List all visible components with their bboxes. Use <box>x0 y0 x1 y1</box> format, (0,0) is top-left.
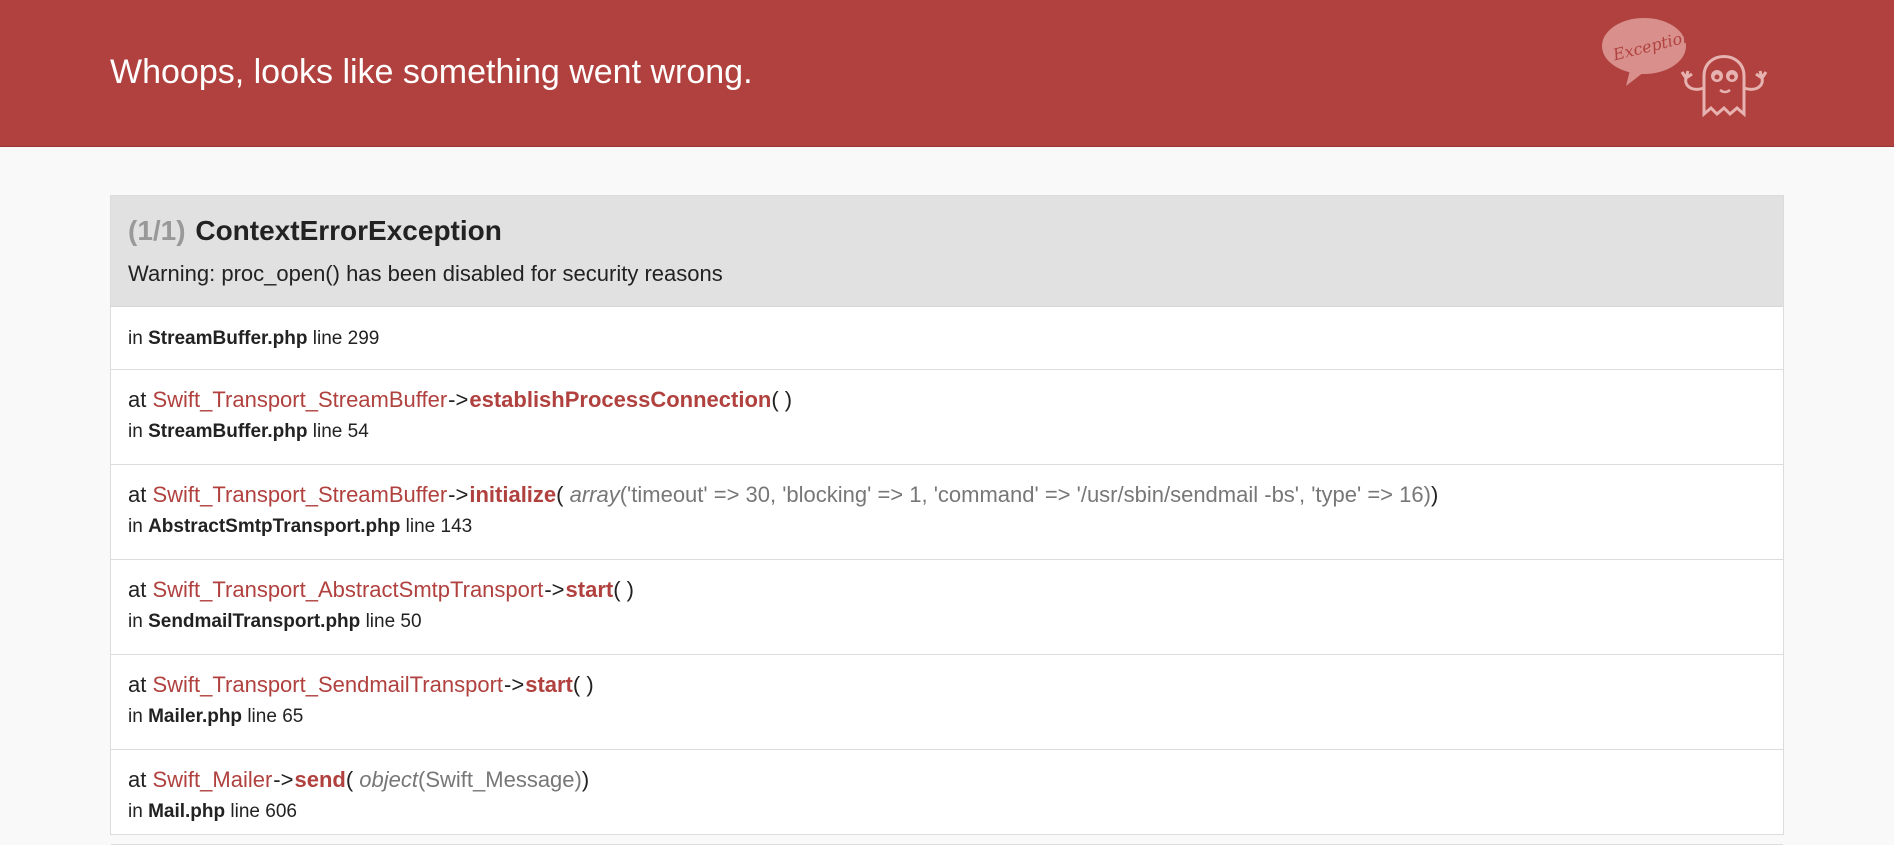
in-label: in <box>128 516 143 537</box>
arrow: -> <box>448 387 469 412</box>
error-header: Whoops, looks like something went wrong.… <box>0 0 1894 147</box>
in-label: in <box>128 611 143 632</box>
in-label: in <box>128 421 143 442</box>
arrow: -> <box>504 672 525 697</box>
class-name: Swift_Transport_SendmailTransport <box>152 672 504 697</box>
line-number: 50 <box>400 611 422 632</box>
close-paren: ) <box>1430 482 1439 507</box>
line-label: line <box>365 611 396 632</box>
open-paren: ( <box>345 767 354 792</box>
in-label: in <box>128 706 143 727</box>
method-name: start <box>525 672 573 697</box>
close-paren: ) <box>784 387 793 412</box>
arrow: -> <box>544 577 565 602</box>
line-number: 143 <box>440 516 473 537</box>
open-paren: ( <box>572 672 581 697</box>
trace-item: at Swift_Transport_AbstractSmtpTransport… <box>111 560 1783 655</box>
line-label: line <box>230 801 260 822</box>
arrow: -> <box>448 482 469 507</box>
trace-location: in Mailer.php line 65 <box>128 705 1766 729</box>
page-title: Whoops, looks like something went wrong. <box>110 53 753 91</box>
line-number: 54 <box>347 421 369 442</box>
argument-values: ('timeout' => 30, 'blocking' => 1, 'comm… <box>619 482 1431 507</box>
call-arguments: array('timeout' => 30, 'blocking' => 1, … <box>570 482 1431 507</box>
close-paren: ) <box>586 672 594 697</box>
line-number: 606 <box>265 801 297 822</box>
trace-call: at Swift_Mailer->send( object(Swift_Mess… <box>128 766 1766 794</box>
trace-item: in StreamBuffer.php line 299 <box>111 307 1783 370</box>
arrow: -> <box>273 767 294 792</box>
exception-count: (1/1) <box>128 215 186 246</box>
line-label: line <box>247 706 277 727</box>
line-number: 65 <box>282 706 304 727</box>
trace-item: at Swift_Transport_StreamBuffer->establi… <box>111 370 1783 465</box>
at-label: at <box>128 577 147 602</box>
call-arguments: object(Swift_Message) <box>359 767 582 792</box>
trace-location: in AbstractSmtpTransport.php line 143 <box>128 515 1766 539</box>
argument-values: (Swift_Message) <box>418 767 582 792</box>
at-label: at <box>128 672 147 697</box>
exception-title: (1/1) ContextErrorException <box>128 214 1766 248</box>
file-name: StreamBuffer.php <box>148 328 308 349</box>
file-name: StreamBuffer.php <box>148 421 308 442</box>
trace-call: at Swift_Transport_AbstractSmtpTransport… <box>128 576 1766 604</box>
file-name: Mailer.php <box>148 706 243 727</box>
open-paren: ( <box>556 482 564 507</box>
line-label: line <box>405 516 436 537</box>
stack-trace: in StreamBuffer.php line 299 at Swift_Tr… <box>111 307 1783 845</box>
file-name: Mail.php <box>148 801 226 822</box>
argument-type: array <box>569 482 620 507</box>
line-label: line <box>312 328 343 349</box>
method-name: establishProcessConnection <box>469 387 772 412</box>
close-paren: ) <box>581 767 590 792</box>
class-name: Swift_Transport_AbstractSmtpTransport <box>152 577 544 602</box>
in-label: in <box>128 801 143 822</box>
file-name: AbstractSmtpTransport.php <box>148 516 401 537</box>
trace-location: in SendmailTransport.php line 50 <box>128 610 1766 634</box>
exception-summary: (1/1) ContextErrorException Warning: pro… <box>111 196 1783 307</box>
close-paren: ) <box>626 577 634 602</box>
line-label: line <box>312 421 343 442</box>
trace-item: at Swift_Transport_SendmailTransport->st… <box>111 655 1783 750</box>
at-label: at <box>128 387 147 412</box>
exception-panel: (1/1) ContextErrorException Warning: pro… <box>110 195 1784 845</box>
method-name: start <box>565 577 614 602</box>
trace-location: in StreamBuffer.php line 299 <box>128 327 1766 351</box>
trace-item: at Swift_Mailer->send( object(Swift_Mess… <box>111 750 1783 845</box>
trace-location: in Mail.php line 606 <box>128 800 1766 824</box>
method-name: send <box>294 767 346 792</box>
trace-item: at Swift_Transport_StreamBuffer->initial… <box>111 465 1783 560</box>
open-paren: ( <box>771 387 779 412</box>
class-name: Swift_Transport_StreamBuffer <box>152 482 448 507</box>
line-number: 299 <box>347 328 380 349</box>
trace-location: in StreamBuffer.php line 54 <box>128 420 1766 444</box>
at-label: at <box>128 767 147 792</box>
trace-call: at Swift_Transport_SendmailTransport->st… <box>128 671 1766 699</box>
open-paren: ( <box>613 577 621 602</box>
trace-call: at Swift_Transport_StreamBuffer->initial… <box>128 481 1766 509</box>
file-name: SendmailTransport.php <box>148 611 361 632</box>
at-label: at <box>128 482 147 507</box>
class-name: Swift_Transport_StreamBuffer <box>152 387 448 412</box>
exception-ghost-logo: Exception! <box>1602 18 1768 118</box>
trace-call: at Swift_Transport_StreamBuffer->establi… <box>128 386 1766 414</box>
class-name: Swift_Mailer <box>152 767 273 792</box>
exception-class: ContextErrorException <box>195 215 502 246</box>
argument-type: object <box>359 767 419 792</box>
in-label: in <box>128 328 143 349</box>
method-name: initialize <box>469 482 557 507</box>
exception-message: Warning: proc_open() has been disabled f… <box>128 261 723 286</box>
